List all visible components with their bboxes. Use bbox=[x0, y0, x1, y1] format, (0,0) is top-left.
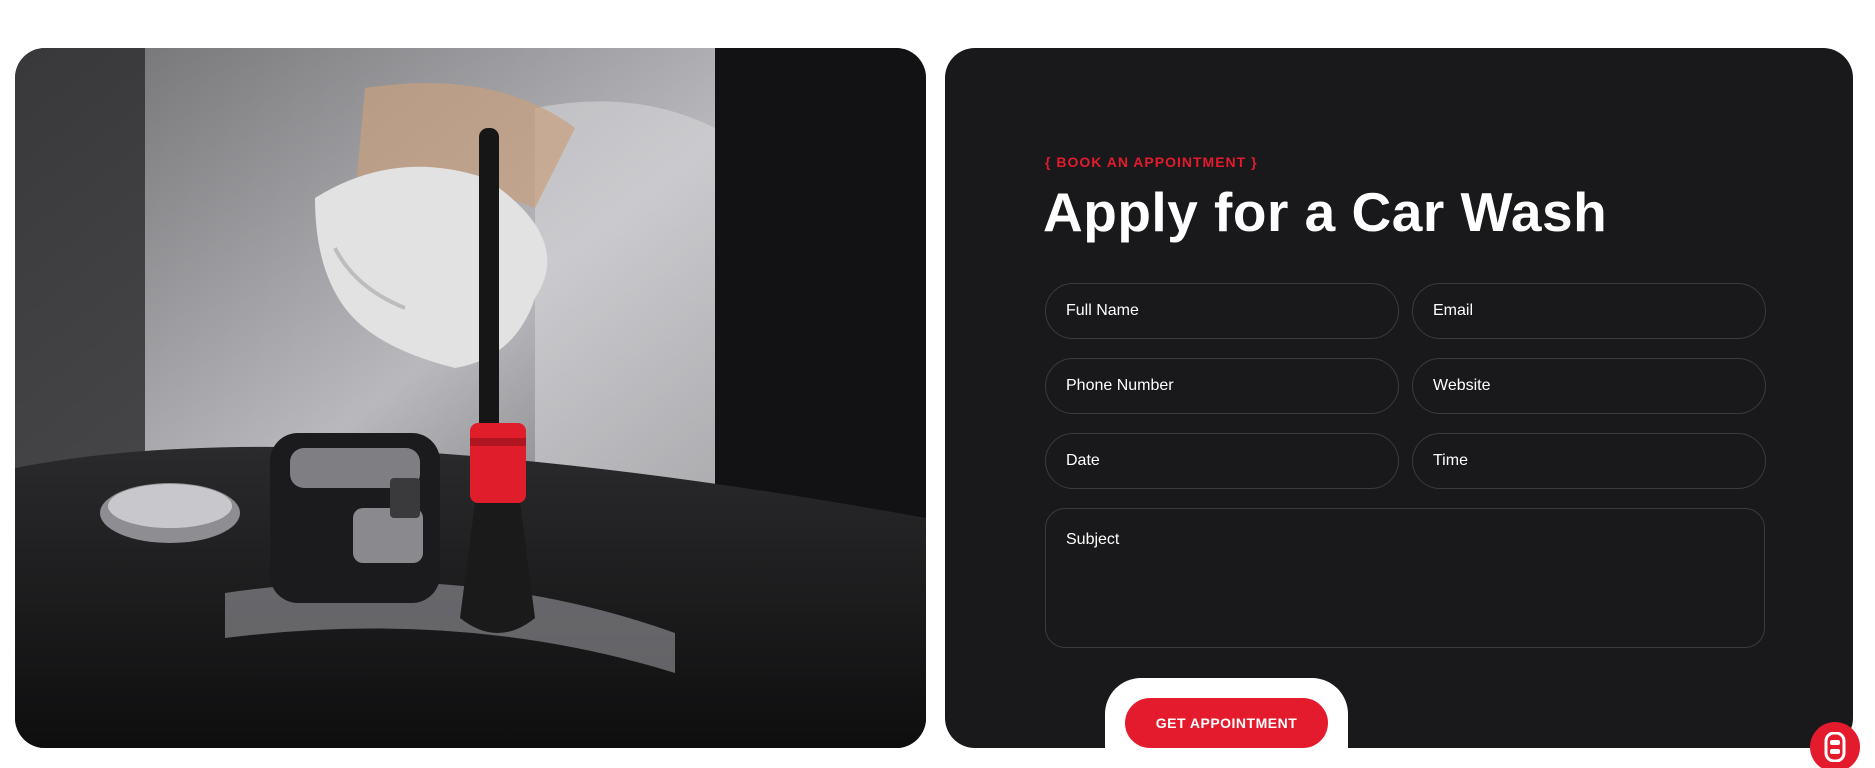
full-name-field[interactable] bbox=[1045, 283, 1399, 339]
date-field[interactable] bbox=[1045, 433, 1399, 489]
car-detailing-photo bbox=[15, 48, 926, 748]
time-field[interactable] bbox=[1412, 433, 1766, 489]
floating-car-button[interactable] bbox=[1810, 722, 1860, 768]
appointment-form-card: { BOOK AN APPOINTMENT } Apply for a Car … bbox=[945, 48, 1853, 748]
website-field[interactable] bbox=[1412, 358, 1766, 414]
email-field[interactable] bbox=[1412, 283, 1766, 339]
form-title: Apply for a Car Wash bbox=[1043, 181, 1608, 243]
phone-field[interactable] bbox=[1045, 358, 1399, 414]
photo-illustration bbox=[15, 48, 926, 748]
form-eyebrow: { BOOK AN APPOINTMENT } bbox=[1045, 154, 1258, 170]
subject-field[interactable] bbox=[1045, 508, 1765, 648]
car-icon bbox=[1824, 732, 1846, 762]
get-appointment-button[interactable]: GET APPOINTMENT bbox=[1125, 698, 1328, 748]
